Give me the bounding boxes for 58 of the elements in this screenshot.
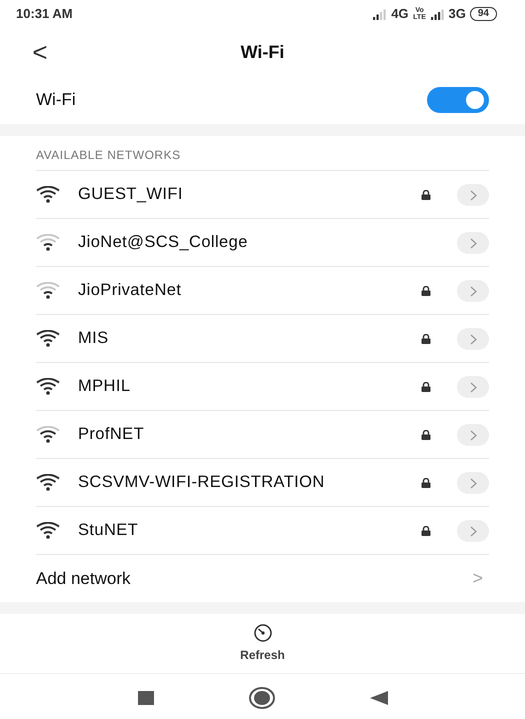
wifi-icon bbox=[36, 282, 60, 299]
status-time: 10:31 AM bbox=[16, 5, 73, 24]
chevron-icon bbox=[470, 190, 476, 201]
network-name: GUEST_WIFI bbox=[78, 184, 184, 206]
wifi-icon bbox=[36, 522, 60, 539]
details-button[interactable] bbox=[457, 376, 489, 398]
network-row[interactable]: SCSVMV-WIFI-REGISTRATION bbox=[36, 458, 489, 506]
network-name: StuNET bbox=[78, 520, 140, 542]
home-nav-icon bbox=[248, 687, 274, 709]
network-row[interactable]: GUEST_WIFI bbox=[36, 170, 489, 218]
network-name: ProfNET bbox=[78, 424, 146, 446]
wifi-icon bbox=[36, 474, 60, 491]
wifi-icon bbox=[36, 378, 60, 395]
network-row[interactable]: MPHIL bbox=[36, 362, 489, 410]
wifi-icon bbox=[36, 426, 60, 443]
chevron-icon bbox=[470, 478, 476, 489]
battery-icon: 94 bbox=[470, 7, 497, 21]
network-row[interactable]: ProfNET bbox=[36, 410, 489, 458]
network-row[interactable]: MIS bbox=[36, 314, 489, 362]
details-button[interactable] bbox=[457, 184, 489, 206]
details-button[interactable] bbox=[457, 520, 489, 542]
network-row[interactable]: JioPrivateNet bbox=[36, 266, 489, 314]
refresh-button[interactable]: Refresh bbox=[240, 624, 285, 664]
details-button[interactable] bbox=[457, 328, 489, 350]
back-nav-icon bbox=[370, 691, 388, 705]
details-button[interactable] bbox=[457, 472, 489, 494]
network-type: 4G bbox=[391, 5, 409, 24]
network-type: 3G bbox=[448, 5, 466, 24]
network-name: JioPrivateNet bbox=[78, 280, 182, 302]
wifi-label: Wi-Fi bbox=[36, 89, 76, 112]
chevron-icon bbox=[470, 430, 476, 441]
network-name: MIS bbox=[78, 328, 110, 350]
square-nav-icon bbox=[138, 691, 154, 705]
signal-icon bbox=[430, 8, 445, 20]
wifi-icon bbox=[36, 330, 60, 347]
wifi-icon bbox=[36, 186, 60, 203]
chevron-icon bbox=[470, 526, 476, 537]
chevron-icon bbox=[470, 238, 476, 249]
network-name: SCSVMV-WIFI-REGISTRATION bbox=[78, 472, 326, 494]
details-button[interactable] bbox=[457, 232, 489, 254]
network-row[interactable]: StuNET bbox=[36, 506, 489, 554]
chevron-icon bbox=[470, 334, 476, 345]
chevron-icon bbox=[470, 382, 476, 393]
details-button[interactable] bbox=[457, 280, 489, 302]
wifi-icon bbox=[36, 234, 60, 251]
section-heading: AVAILABLE NETWORKS bbox=[35, 147, 182, 164]
back-button[interactable]: < bbox=[30, 39, 50, 65]
wifi-toggle[interactable] bbox=[427, 87, 489, 113]
add-network-label: Add network bbox=[36, 568, 130, 590]
signal-icon bbox=[373, 8, 388, 20]
page-title: Wi-Fi bbox=[240, 40, 284, 64]
details-button[interactable] bbox=[457, 424, 489, 446]
network-row[interactable]: JioNet@SCS_College bbox=[36, 218, 489, 266]
chevron: > bbox=[472, 567, 483, 590]
chevron-icon bbox=[470, 286, 476, 297]
network-name: JioNet@SCS_College bbox=[78, 232, 249, 254]
refresh-icon bbox=[252, 624, 272, 642]
network-name: MPHIL bbox=[78, 376, 132, 398]
